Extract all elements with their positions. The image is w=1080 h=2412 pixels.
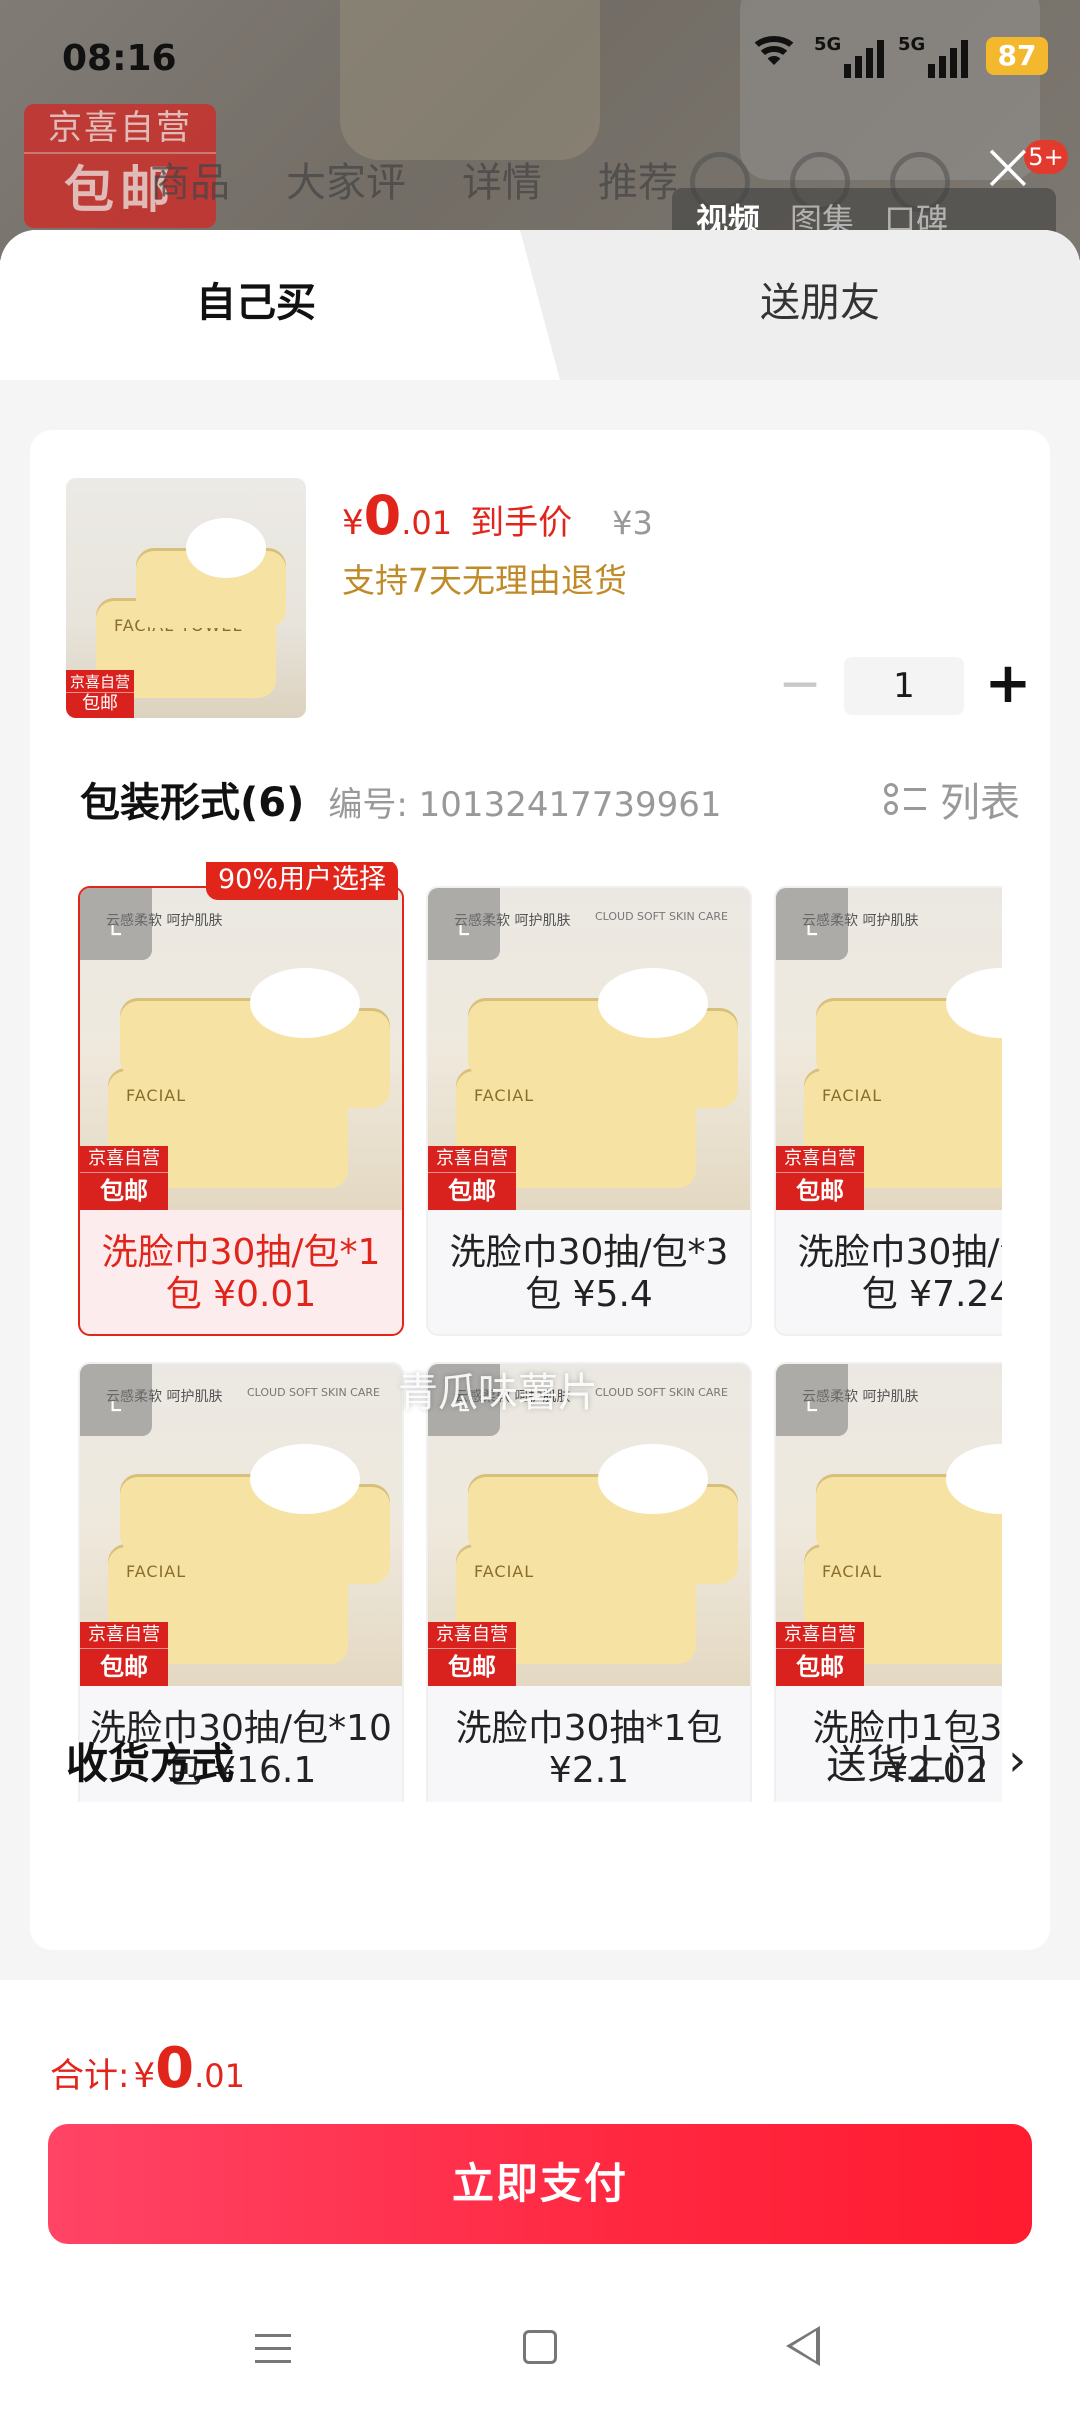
- package-option[interactable]: 云感柔软 呵护肌肤 FACIAL TOWEL ⌞ 京喜自营 包邮 洗脸巾30抽/…: [78, 886, 404, 1336]
- option-image: 云感柔软 呵护肌肤 CLOUD SOFT SKIN CARE FACIAL TO…: [80, 1364, 402, 1686]
- network-type: 5G: [814, 34, 842, 55]
- package-option[interactable]: 云感柔软 呵护肌肤 CLOUD SOFT SKIN CARE FACIAL TO…: [426, 886, 752, 1336]
- tab-send-to-friend[interactable]: 送朋友: [760, 270, 880, 328]
- list-icon: [884, 779, 926, 819]
- home-icon[interactable]: [523, 2330, 557, 2364]
- signal-icon: 5G: [898, 34, 968, 78]
- purchase-sheet: 自己买 送朋友 FACIAL TOWEL 京喜自营 包邮 ¥ 0 .01 到手价…: [0, 230, 1080, 2412]
- option-image: 云感柔软 呵护肌肤 FACIAL TOWEL ⌞ 京喜自营 包邮: [80, 888, 402, 1210]
- package-option[interactable]: 云感柔软 呵护肌肤 FACIAL TOWEL ⌞ 京喜自营 包邮 洗脸巾30抽/…: [774, 886, 1002, 1336]
- option-tag: 京喜自营 包邮: [80, 1622, 168, 1686]
- menu-icon[interactable]: [255, 2330, 291, 2366]
- quantity-minus-button[interactable]: −: [770, 656, 830, 716]
- background-nav-item: 详情: [462, 160, 542, 206]
- package-options-grid: 云感柔软 呵护肌肤 FACIAL TOWEL ⌞ 京喜自营 包邮 洗脸巾30抽/…: [78, 862, 1002, 1802]
- option-tag: 京喜自营 包邮: [776, 1622, 864, 1686]
- background-nav: 商品 大家评 详情 推荐: [150, 150, 678, 208]
- delivery-title: 收货方式: [66, 1739, 235, 1788]
- signal-icon: 5G: [814, 34, 884, 78]
- order-total: 合计: ¥ 0 .01: [50, 2036, 245, 2101]
- quantity-plus-button[interactable]: +: [978, 656, 1038, 716]
- option-tag: 京喜自营 包邮: [428, 1146, 516, 1210]
- expand-icon[interactable]: ⌞: [776, 1364, 848, 1436]
- battery-icon: 87: [986, 37, 1048, 75]
- system-nav-bar: [0, 2290, 1080, 2412]
- product-code: 编号: 10132417739961: [328, 785, 722, 825]
- status-time: 08:16: [62, 38, 177, 79]
- back-icon[interactable]: [786, 2326, 820, 2366]
- popular-choice-badge: 90%用户选择: [206, 862, 399, 900]
- expand-icon[interactable]: ⌞: [776, 888, 848, 960]
- background-nav-item: 商品: [150, 160, 230, 206]
- original-price: ¥3: [612, 504, 653, 542]
- quantity-input[interactable]: 1: [844, 657, 964, 715]
- option-caption: 洗脸巾30抽/包*3包 ¥5.4: [449, 1232, 729, 1315]
- option-image: 云感柔软 呵护肌肤 FACIAL TOWEL ⌞ 京喜自营 包邮: [776, 888, 1002, 1210]
- tab-buy-for-self[interactable]: 自己买: [196, 270, 316, 328]
- list-label: 列表: [940, 780, 1020, 826]
- total-label: 合计:: [50, 2056, 130, 2096]
- floating-overlay-text: 青瓜味薯片: [398, 1370, 598, 1416]
- expand-icon[interactable]: ⌞: [80, 888, 152, 960]
- pay-now-button[interactable]: 立即支付: [48, 2124, 1032, 2244]
- background-nav-item: 推荐: [598, 160, 678, 206]
- option-tag: 京喜自营 包邮: [776, 1146, 864, 1210]
- list-view-toggle[interactable]: 列表: [884, 770, 1020, 828]
- spec-title: 包装形式(6): [80, 780, 305, 826]
- option-image: 云感柔软 呵护肌肤 FACIAL TOWEL ⌞ 京喜自营 包邮: [776, 1364, 1002, 1686]
- wifi-icon: [748, 34, 800, 78]
- option-caption: 洗脸巾30抽/包*5包 ¥7.24: [797, 1232, 1002, 1315]
- product-price: ¥ 0 .01 到手价 ¥3: [342, 484, 653, 547]
- option-image: 云感柔软 呵护肌肤 CLOUD SOFT SKIN CARE FACIAL TO…: [428, 888, 750, 1210]
- expand-icon[interactable]: ⌞: [80, 1364, 152, 1436]
- status-icons: 5G 5G 87: [748, 34, 1048, 78]
- product-card: FACIAL TOWEL 京喜自营 包邮 ¥ 0 .01 到手价 ¥3 支持7天…: [30, 430, 1050, 1950]
- purchase-tabs: 自己买 送朋友: [0, 230, 1080, 380]
- background-nav-item: 大家评: [286, 160, 406, 206]
- price-label: 到手价: [470, 503, 573, 543]
- option-tag: 京喜自营 包邮: [428, 1622, 516, 1686]
- product-tag: 京喜自营 包邮: [66, 670, 134, 718]
- network-type: 5G: [898, 34, 926, 55]
- option-caption: 洗脸巾30抽/包*1包 ¥0.01: [101, 1232, 381, 1315]
- delivery-value-text: 送货上门: [826, 1741, 987, 1788]
- delivery-value: 送货上门 ›: [826, 1732, 1026, 1790]
- background-badge-line1: 京喜自营: [24, 104, 216, 154]
- product-thumbnail[interactable]: FACIAL TOWEL 京喜自营 包邮: [66, 478, 306, 718]
- delivery-method-row[interactable]: 收货方式 送货上门 ›: [66, 1730, 1026, 1791]
- chevron-right-icon: ›: [1008, 1735, 1026, 1786]
- return-policy: 支持7天无理由退货: [342, 561, 627, 600]
- quantity-stepper: − 1 +: [770, 656, 1038, 716]
- option-tag: 京喜自营 包邮: [80, 1146, 168, 1210]
- close-icon[interactable]: ×: [978, 131, 1038, 201]
- expand-icon[interactable]: ⌞: [428, 888, 500, 960]
- spec-header: 包装形式(6) 编号: 10132417739961 列表: [80, 770, 1030, 828]
